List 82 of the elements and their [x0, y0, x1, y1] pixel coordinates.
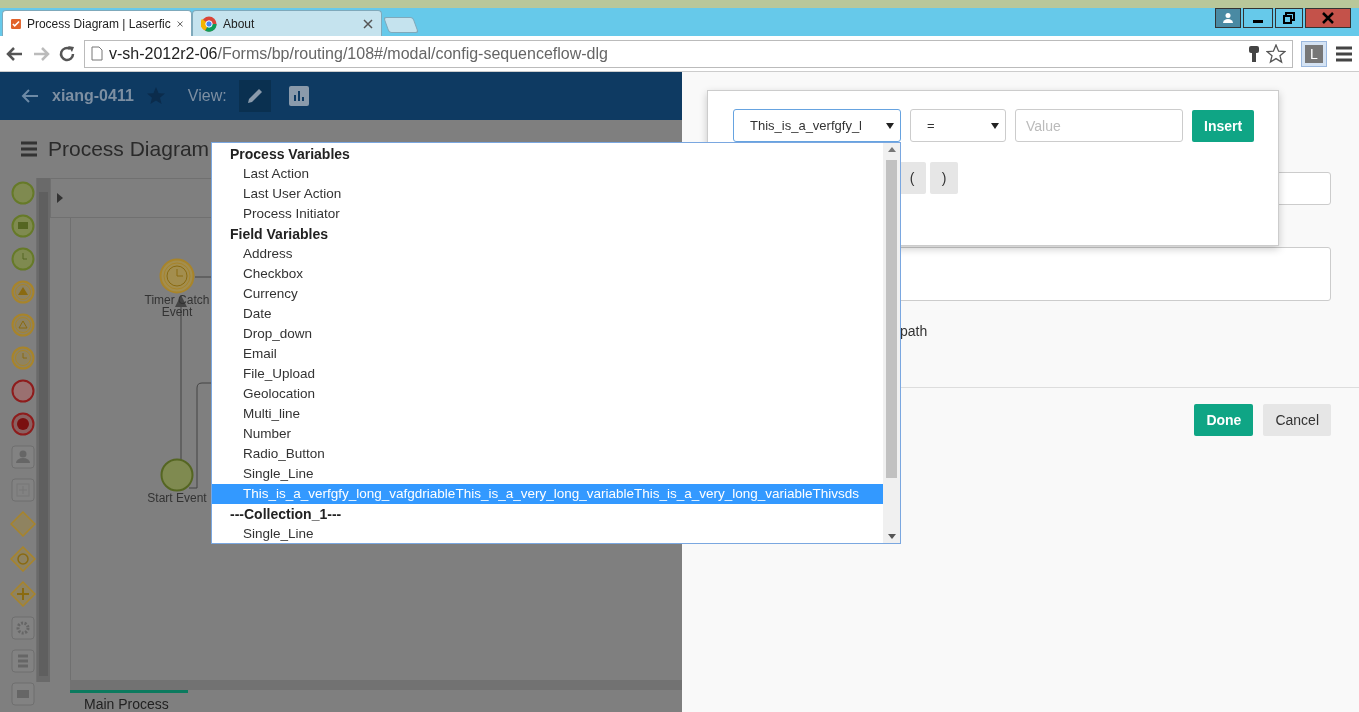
dropdown-option[interactable]: Process Initiator — [212, 204, 883, 224]
caret-right-icon[interactable] — [57, 193, 63, 203]
dropdown-option[interactable]: Multi_line — [212, 404, 883, 424]
close-window-button[interactable] — [1305, 8, 1351, 28]
message-event-icon[interactable] — [11, 214, 35, 238]
dropdown-option[interactable]: Last Action — [212, 164, 883, 184]
dropdown-option[interactable]: Single_Line — [212, 464, 883, 484]
start-event-icon[interactable] — [11, 181, 35, 205]
scrollbar[interactable] — [36, 178, 50, 682]
star-icon[interactable] — [1266, 43, 1286, 64]
parenthesis-button[interactable]: ) — [930, 162, 958, 194]
dropdown-option[interactable]: Drop_down — [212, 324, 883, 344]
select-value: This_is_a_verfgfy_l — [750, 118, 862, 133]
option-label: path — [900, 323, 929, 339]
dropdown-option[interactable]: Geolocation — [212, 384, 883, 404]
close-icon[interactable] — [176, 18, 183, 29]
scrollbar[interactable] — [70, 680, 682, 690]
gateway-icon[interactable] — [10, 581, 36, 607]
forward-arrow-icon[interactable] — [32, 44, 50, 63]
start-event-icon[interactable] — [160, 458, 194, 492]
envelope-icon[interactable] — [11, 682, 35, 706]
edit-view-button[interactable] — [238, 80, 271, 112]
bar-chart-icon — [288, 86, 309, 106]
group-heading: ---Collection_1--- — [229, 505, 343, 524]
process-name: xiang-0411 — [52, 87, 134, 105]
close-icon[interactable] — [363, 18, 373, 29]
page-icon — [91, 46, 103, 61]
signal-event-icon[interactable] — [11, 313, 35, 337]
dropdown-option[interactable]: Currency — [212, 284, 883, 304]
caret-down-icon — [991, 122, 999, 129]
dropdown-option[interactable]: Date — [212, 304, 883, 324]
new-tab-button[interactable] — [383, 17, 419, 33]
end-event-icon[interactable] — [11, 379, 35, 403]
signal-event-icon[interactable] — [11, 280, 35, 304]
group-heading: Process Variables — [229, 145, 351, 164]
select-value: = — [927, 118, 935, 133]
cancel-button[interactable]: Cancel — [1263, 404, 1331, 436]
timer-event-icon[interactable] — [159, 258, 195, 294]
event-label: Start Event — [147, 492, 207, 504]
scroll-up-icon[interactable] — [887, 147, 896, 152]
group-heading: Field Variables — [229, 225, 330, 244]
dropdown-option[interactable]: Checkbox — [212, 264, 883, 284]
dropdown-option[interactable]: Radio_Button — [212, 444, 883, 464]
scrollbar[interactable] — [883, 143, 900, 543]
dropdown-option[interactable]: File_Upload — [212, 364, 883, 384]
terminate-event-icon[interactable] — [11, 412, 35, 436]
dropdown-option[interactable]: Last User Action — [212, 184, 883, 204]
browser-tab[interactable]: Process Diagram | Laserfic — [2, 10, 192, 36]
minimize-button[interactable] — [1243, 8, 1273, 28]
gateway-icon[interactable] — [10, 546, 36, 572]
dropdown-option[interactable]: Email — [212, 344, 883, 364]
key-icon[interactable] — [1248, 44, 1260, 63]
reload-icon[interactable] — [58, 44, 76, 63]
menu-icon[interactable] — [1335, 45, 1353, 62]
dropdown-option[interactable]: Single_Line — [212, 524, 883, 543]
user-task-icon[interactable] — [11, 445, 35, 469]
address-path: /Forms/bp/routing/108#/modal/config-sequenceflow-dlg — [217, 44, 608, 63]
dropdown-option[interactable]: Number — [212, 424, 883, 444]
close-icon — [1322, 12, 1334, 24]
page-title: Process Diagram — [48, 137, 210, 161]
address-bar[interactable]: v-sh-2012r2-06/Forms/bp/routing/108#/modal/config-sequenceflow-dlg — [84, 39, 1293, 68]
restore-button[interactable] — [1275, 8, 1303, 28]
user-button[interactable] — [1215, 8, 1241, 28]
minimize-icon — [1253, 19, 1263, 23]
value-input[interactable]: Value — [1015, 109, 1183, 142]
diagram-tab[interactable]: Main Process — [70, 690, 188, 712]
dropdown-option[interactable]: Address — [212, 244, 883, 264]
restore-icon — [1283, 12, 1295, 24]
address-host: v-sh-2012r2-06 — [109, 44, 218, 63]
browser-tab[interactable]: About — [192, 10, 382, 36]
person-icon — [1222, 12, 1234, 24]
scroll-down-icon[interactable] — [887, 534, 896, 539]
list-icon[interactable] — [11, 649, 35, 673]
variable-select[interactable]: This_is_a_verfgfy_l — [733, 109, 901, 142]
caret-down-icon — [886, 122, 894, 129]
operator-select[interactable]: = — [910, 109, 1006, 142]
view-label: View: — [187, 87, 227, 105]
timer-event-icon[interactable] — [11, 247, 35, 271]
gateway-icon[interactable] — [10, 511, 36, 537]
timer-event-icon[interactable] — [11, 346, 35, 370]
extension-button[interactable]: L — [1301, 40, 1327, 67]
back-arrow-icon[interactable] — [6, 44, 24, 63]
